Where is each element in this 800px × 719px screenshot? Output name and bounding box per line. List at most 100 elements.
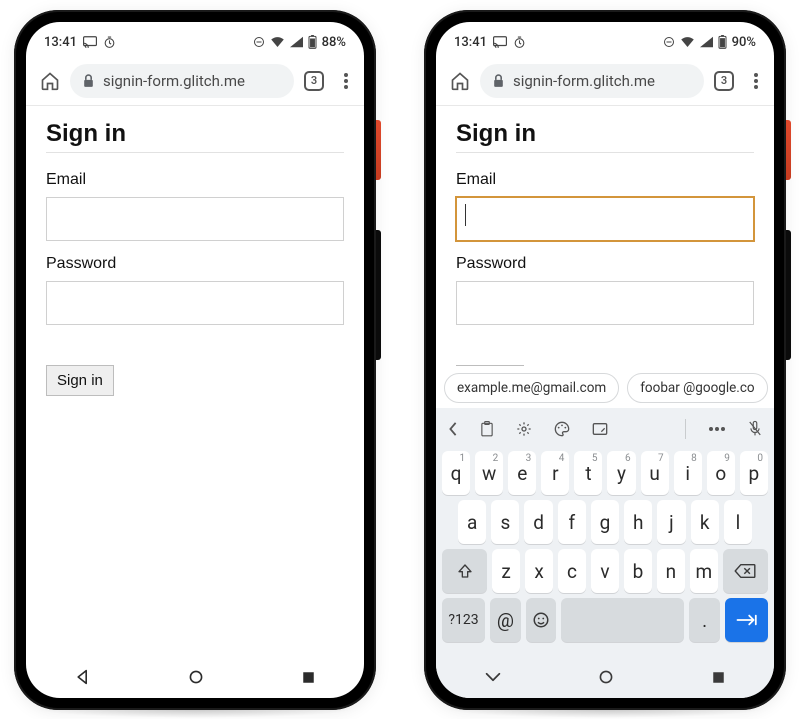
cast-icon — [493, 36, 507, 48]
nav-recents-icon[interactable] — [301, 670, 316, 685]
key-t[interactable]: t5 — [574, 451, 602, 495]
email-label: Email — [456, 171, 754, 189]
keyboard-toolbar — [440, 412, 770, 446]
wifi-icon — [270, 36, 285, 48]
key-v[interactable]: v — [591, 549, 619, 593]
signal-icon — [700, 36, 713, 48]
status-battery-pct: 88% — [322, 35, 346, 50]
screen-left: 13:41 88% signin-form.glitch.me 3 Sign — [26, 22, 364, 698]
key-enter[interactable] — [725, 598, 768, 642]
status-battery-pct: 90% — [732, 35, 756, 50]
kb-rect-icon[interactable] — [592, 422, 608, 436]
autofill-suggestion-row: example.me@gmail.com foobar @google.co — [436, 366, 774, 408]
kb-mic-off-icon[interactable] — [748, 420, 762, 438]
kb-more-icon[interactable] — [708, 426, 726, 432]
key-k[interactable]: k — [691, 500, 719, 544]
key-w[interactable]: w2 — [475, 451, 503, 495]
signin-button[interactable]: Sign in — [46, 365, 114, 396]
key-o[interactable]: o9 — [707, 451, 735, 495]
key-s[interactable]: s — [491, 500, 519, 544]
email-label: Email — [46, 171, 344, 189]
status-bar: 13:41 90% — [436, 22, 774, 56]
tab-switcher[interactable]: 3 — [714, 71, 734, 91]
soft-keyboard: q1w2e3r4t5y6u7i8o9p0 asdfghjkl zxcvbnm ?… — [436, 408, 774, 656]
password-label: Password — [46, 255, 344, 273]
key-period[interactable]: . — [689, 598, 720, 642]
nav-recents-icon[interactable] — [711, 670, 726, 685]
status-time: 13:41 — [44, 35, 77, 50]
key-z[interactable]: z — [492, 549, 520, 593]
key-c[interactable]: c — [558, 549, 586, 593]
home-icon[interactable] — [40, 71, 60, 91]
key-f[interactable]: f — [558, 500, 586, 544]
key-d[interactable]: d — [524, 500, 552, 544]
battery-icon — [718, 35, 727, 49]
android-nav-bar — [436, 656, 774, 698]
status-time: 13:41 — [454, 35, 487, 50]
divider — [46, 152, 344, 153]
key-i[interactable]: i8 — [674, 451, 702, 495]
kb-chevron-left-icon[interactable] — [448, 422, 458, 436]
autofill-chip[interactable]: example.me@gmail.com — [444, 373, 619, 403]
autofill-chip[interactable]: foobar @google.co — [627, 373, 767, 403]
cast-icon — [83, 36, 97, 48]
password-label: Password — [456, 255, 754, 273]
dnd-icon — [663, 36, 675, 48]
key-backspace[interactable] — [723, 549, 768, 593]
key-p[interactable]: p0 — [740, 451, 768, 495]
key-symbols[interactable]: ?123 — [442, 598, 485, 642]
address-bar[interactable]: signin-form.glitch.me — [70, 64, 294, 98]
page-title: Sign in — [46, 120, 344, 148]
url-text: signin-form.glitch.me — [513, 72, 692, 90]
key-y[interactable]: y6 — [607, 451, 635, 495]
kb-gear-icon[interactable] — [516, 421, 532, 437]
home-icon[interactable] — [450, 71, 470, 91]
browser-toolbar: signin-form.glitch.me 3 — [436, 56, 774, 106]
more-menu-icon[interactable] — [744, 73, 768, 89]
nav-hide-keyboard-icon[interactable] — [485, 672, 501, 682]
key-q[interactable]: q1 — [442, 451, 470, 495]
key-n[interactable]: n — [657, 549, 685, 593]
tab-switcher[interactable]: 3 — [304, 71, 324, 91]
key-u[interactable]: u7 — [641, 451, 669, 495]
url-text: signin-form.glitch.me — [103, 72, 282, 90]
android-nav-bar — [26, 656, 364, 698]
page-title: Sign in — [456, 120, 754, 148]
kb-clipboard-icon[interactable] — [480, 421, 494, 437]
key-emoji[interactable] — [526, 598, 557, 642]
key-x[interactable]: x — [525, 549, 553, 593]
key-m[interactable]: m — [690, 549, 718, 593]
key-e[interactable]: e3 — [508, 451, 536, 495]
lock-icon — [82, 74, 95, 88]
screen-right: 13:41 90% signin-form.glitch.me 3 Sign — [436, 22, 774, 698]
address-bar[interactable]: signin-form.glitch.me — [480, 64, 704, 98]
key-shift[interactable] — [442, 549, 487, 593]
kb-palette-icon[interactable] — [554, 421, 570, 437]
key-h[interactable]: h — [624, 500, 652, 544]
status-bar: 13:41 88% — [26, 22, 364, 56]
email-field[interactable] — [456, 197, 754, 241]
key-at[interactable]: @ — [490, 598, 521, 642]
key-space[interactable] — [561, 598, 684, 642]
email-field[interactable] — [46, 197, 344, 241]
key-l[interactable]: l — [724, 500, 752, 544]
key-b[interactable]: b — [624, 549, 652, 593]
nav-back-icon[interactable] — [75, 669, 91, 685]
page-content: Sign in Email Password Sign in — [26, 106, 364, 698]
password-field[interactable] — [46, 281, 344, 325]
key-r[interactable]: r4 — [541, 451, 569, 495]
key-a[interactable]: a — [458, 500, 486, 544]
key-g[interactable]: g — [591, 500, 619, 544]
browser-toolbar: signin-form.glitch.me 3 — [26, 56, 364, 106]
phone-right: 13:41 90% signin-form.glitch.me 3 Sign — [424, 10, 786, 710]
password-field[interactable] — [456, 281, 754, 325]
timer-icon — [103, 36, 116, 49]
dnd-icon — [253, 36, 265, 48]
nav-home-icon[interactable] — [598, 669, 614, 685]
wifi-icon — [680, 36, 695, 48]
key-j[interactable]: j — [657, 500, 685, 544]
nav-home-icon[interactable] — [188, 669, 204, 685]
more-menu-icon[interactable] — [334, 73, 358, 89]
lock-icon — [492, 74, 505, 88]
timer-icon — [513, 36, 526, 49]
